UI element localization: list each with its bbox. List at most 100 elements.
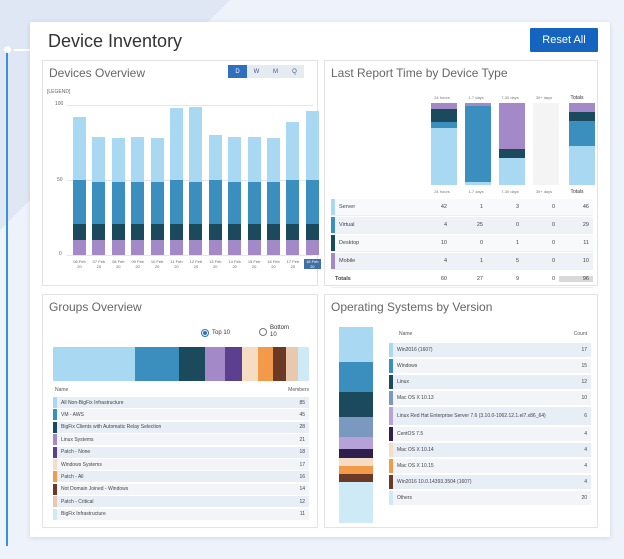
bar-segment-server [267, 138, 280, 182]
x-tick-label[interactable]: 16 Feb 20 [265, 259, 282, 269]
x-tick-label[interactable]: 06 Feb 20 [71, 259, 88, 269]
x-tick-label[interactable]: 13 Feb 20 [207, 259, 224, 269]
treemap-block[interactable] [135, 347, 179, 381]
last-report-bar[interactable] [431, 103, 457, 185]
x-tick-label[interactable]: 09 Feb 20 [129, 259, 146, 269]
list-item[interactable]: Patch - All 16 [53, 471, 309, 483]
bar-segment-server [73, 117, 86, 180]
list-item[interactable]: Mac OS X 10.15 4 [389, 459, 591, 473]
stacked-bar[interactable] [305, 111, 319, 255]
cell-value: 10 [440, 240, 447, 246]
radio-bottom-10[interactable]: Bottom 10 [259, 325, 292, 339]
stacked-bar[interactable] [286, 121, 300, 255]
x-tick-label[interactable]: 17 Feb 20 [284, 259, 301, 269]
list-item[interactable]: All Non-BigFix Infrastructure 85 [53, 397, 309, 408]
stacked-bar[interactable] [267, 138, 280, 255]
treemap-block[interactable] [286, 347, 298, 381]
last-report-bar[interactable] [533, 103, 559, 185]
list-item[interactable]: Win2016 (1607) 17 [389, 343, 591, 357]
stacked-bar[interactable] [150, 138, 164, 255]
period-toggle: D W M Q [228, 65, 304, 78]
bar-segment-desktop [499, 148, 525, 158]
bar-segment-server [569, 145, 595, 185]
member-count: 45 [299, 411, 305, 418]
last-report-bar[interactable] [465, 103, 491, 185]
table-row[interactable]: Server 42 1 3 0 46 [331, 199, 593, 216]
treemap-block[interactable] [258, 347, 273, 381]
stacked-bar[interactable] [73, 117, 86, 255]
list-item[interactable]: Mac OS X 10.14 4 [389, 443, 591, 457]
stacked-bar[interactable] [228, 136, 242, 255]
list-item[interactable]: Windows 15 [389, 359, 591, 373]
bar-segment-server [465, 181, 491, 185]
x-tick-label[interactable]: 08 Feb 20 [110, 259, 127, 269]
x-tick-label[interactable]: 18 Feb 20 [303, 259, 321, 269]
bar-segment-server [228, 136, 242, 182]
table-row[interactable]: Desktop 10 0 1 0 11 [331, 235, 593, 252]
treemap-block[interactable] [298, 347, 309, 381]
treemap-block[interactable] [339, 392, 373, 417]
list-item[interactable]: Win2016 10.0.14393.3504 (1607) 4 [389, 475, 591, 489]
x-tick-label[interactable]: 07 Feb 20 [90, 259, 107, 269]
list-item[interactable]: Patch - None 18 [53, 446, 309, 458]
x-tick-label[interactable]: 15 Feb 20 [246, 259, 263, 269]
treemap-block[interactable] [339, 473, 373, 483]
treemap-block[interactable] [339, 465, 373, 474]
treemap-block[interactable] [273, 347, 286, 381]
cell-value: 0 [551, 240, 555, 246]
table-row[interactable]: Mobile 4 1 5 0 10 [331, 253, 593, 270]
radio-top-10[interactable]: Top 10 [201, 329, 230, 337]
reset-all-button[interactable]: Reset All [530, 28, 598, 52]
list-item[interactable]: Others 20 [389, 491, 591, 505]
toggle-quarter[interactable]: Q [285, 65, 304, 78]
stacked-bar[interactable] [208, 135, 222, 255]
treemap-block[interactable] [179, 347, 205, 381]
bar-segment-server [111, 138, 125, 182]
stacked-bar[interactable] [189, 106, 203, 255]
treemap-block[interactable] [242, 347, 258, 381]
x-tick-label[interactable]: 10 Feb 20 [149, 259, 166, 269]
list-item[interactable]: Mac OS X 10.13 10 [389, 391, 591, 405]
devices-overview-panel: Devices Overview D W M Q [LEGEND] 100 50… [42, 60, 321, 286]
x-tick-label[interactable]: 14 Feb 20 [226, 259, 243, 269]
list-item[interactable]: Linux Systems 21 [53, 434, 309, 446]
last-report-bar[interactable] [569, 103, 595, 185]
treemap-block[interactable] [339, 416, 373, 438]
list-item[interactable]: VM - AWS 45 [53, 409, 309, 421]
treemap-block[interactable] [53, 347, 135, 381]
stacked-bar[interactable] [111, 138, 125, 255]
row-label: Virtual [339, 222, 355, 228]
list-item[interactable]: BigFix Clients with Automatic Relay Sele… [53, 421, 309, 433]
os-treemap [339, 327, 373, 523]
member-count: 16 [299, 473, 305, 480]
x-tick-label[interactable]: 12 Feb 20 [187, 259, 204, 269]
treemap-block[interactable] [339, 457, 373, 466]
x-tick-label[interactable]: 11 Feb 20 [168, 259, 185, 269]
list-item[interactable]: Linux Red Hat Enterprise Server 7.6 (3.1… [389, 407, 591, 425]
toggle-month[interactable]: M [266, 65, 285, 78]
treemap-block[interactable] [205, 347, 225, 381]
toggle-week[interactable]: W [247, 65, 266, 78]
treemap-block[interactable] [339, 482, 373, 523]
table-row[interactable]: Virtual 4 25 0 0 29 [331, 217, 593, 234]
toggle-day[interactable]: D [228, 65, 247, 78]
stacked-bar[interactable] [131, 136, 145, 255]
stacked-bar[interactable] [92, 136, 106, 255]
stacked-bar[interactable] [247, 136, 261, 255]
treemap-block[interactable] [339, 327, 373, 362]
list-item[interactable]: Windows Systems 17 [53, 459, 309, 470]
y-tick: 50 [57, 177, 63, 183]
os-name: Mac OS X 10.14 [397, 447, 434, 453]
list-item[interactable]: Not Domain Joined - Windows 14 [53, 483, 309, 495]
treemap-block[interactable] [339, 437, 373, 450]
treemap-block[interactable] [339, 361, 373, 393]
list-item[interactable]: BigFix Infrastructure 11 [53, 508, 309, 520]
last-report-bar[interactable] [499, 103, 525, 185]
list-item[interactable]: CentOS 7.5 4 [389, 427, 591, 441]
list-item[interactable]: Linux 12 [389, 375, 591, 389]
cell-value: 0 [479, 240, 483, 246]
treemap-block[interactable] [225, 347, 242, 381]
list-item[interactable]: Patch - Critical 12 [53, 496, 309, 508]
treemap-block[interactable] [339, 449, 373, 458]
stacked-bar[interactable] [170, 108, 183, 255]
